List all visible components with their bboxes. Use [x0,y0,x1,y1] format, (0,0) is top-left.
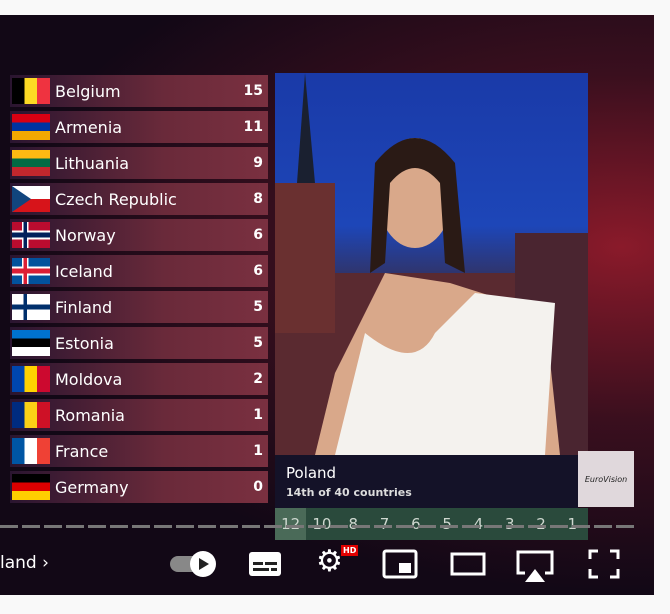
country-points: 2 [253,371,263,387]
points-value: 10 [312,515,332,533]
flag-icon [12,78,50,104]
hd-badge: HD [341,545,359,556]
country-name: Iceland [55,261,113,281]
flag-icon [12,330,50,356]
subtitles-icon[interactable] [248,549,282,579]
scoreboard-row: Romania 1 [10,399,268,431]
country-points: 11 [243,119,263,135]
chapter-label: land [0,553,37,573]
points-value: 2 [536,515,546,533]
country-points: 6 [253,263,263,279]
points-value: 7 [379,515,390,533]
flag-icon [12,294,50,320]
chevron-right-icon: › [42,553,49,573]
scoreboard-row: Armenia 11 [10,111,268,143]
autoplay-toggle[interactable] [170,551,218,577]
fullscreen-icon[interactable] [588,549,620,579]
points-value: 3 [504,515,515,533]
progress-bar[interactable] [0,525,634,528]
flag-icon [12,402,50,428]
scoreboard-row: Norway 6 [10,219,268,251]
country-points: 9 [253,155,263,171]
flag-icon [12,222,50,248]
country-points: 1 [253,407,263,423]
scoreboard-row: Czech Republic 8 [10,183,268,215]
points-value: 1 [567,515,578,533]
scoreboard-row: Belgium 15 [10,75,268,107]
scoreboard-row: Iceland 6 [10,255,268,287]
country-points: 1 [253,443,263,459]
scoreboard-row: Lithuania 9 [10,147,268,179]
scoreboard-row: France 1 [10,435,268,467]
flag-icon [12,258,50,284]
voting-country-info: Poland 14th of 40 countries [275,455,578,508]
flag-icon [12,114,50,140]
country-name: Germany [55,477,129,497]
points-value: 4 [473,515,484,533]
presenter-image [275,73,588,455]
flag-icon [12,438,50,464]
flag-icon [12,474,50,500]
flag-icon [12,186,50,212]
scoreboard-row: Finland 5 [10,291,268,323]
scoreboard-row: Germany 0 [10,471,268,503]
country-name: Armenia [55,117,123,137]
scoreboard-row: Estonia 5 [10,327,268,359]
country-points: 5 [253,299,263,315]
flag-icon [12,366,50,392]
voting-rank: 14th of 40 countries [286,486,412,499]
country-name: Belgium [55,81,121,101]
country-name: Estonia [55,333,114,353]
country-points: 6 [253,227,263,243]
country-name: France [55,441,109,461]
country-name: Romania [55,405,125,425]
points-value: 12 [275,508,307,540]
airplay-icon[interactable] [515,549,555,583]
country-name: Finland [55,297,113,317]
country-points: 0 [253,479,263,495]
country-name: Norway [55,225,116,245]
voting-country: Poland [286,464,337,482]
eurovision-logo: EuroVision [578,451,634,507]
points-value: 5 [442,515,452,533]
flag-icon [12,150,50,176]
settings-gear-icon[interactable]: ⚙ [316,547,343,577]
country-points: 5 [253,335,263,351]
country-name: Moldova [55,369,123,389]
player-controls: land › ⚙ HD [0,545,654,595]
country-points: 8 [253,191,263,207]
video-player[interactable]: Belgium 15 Armenia 11 Lithuania 9 Czech Republ… [0,15,654,595]
video-frame [275,73,588,455]
miniplayer-icon[interactable] [382,549,418,579]
points-bar: 12 10 8 7 6 5 4 3 2 1 [275,508,588,540]
country-name: Lithuania [55,153,130,173]
points-value: 6 [411,515,421,533]
scoreboard-row: Moldova 2 [10,363,268,395]
next-chapter-button[interactable]: land › [0,553,49,573]
country-name: Czech Republic [55,189,177,209]
points-value: 8 [348,515,359,533]
theater-mode-icon[interactable] [450,549,486,579]
country-points: 15 [243,83,263,99]
